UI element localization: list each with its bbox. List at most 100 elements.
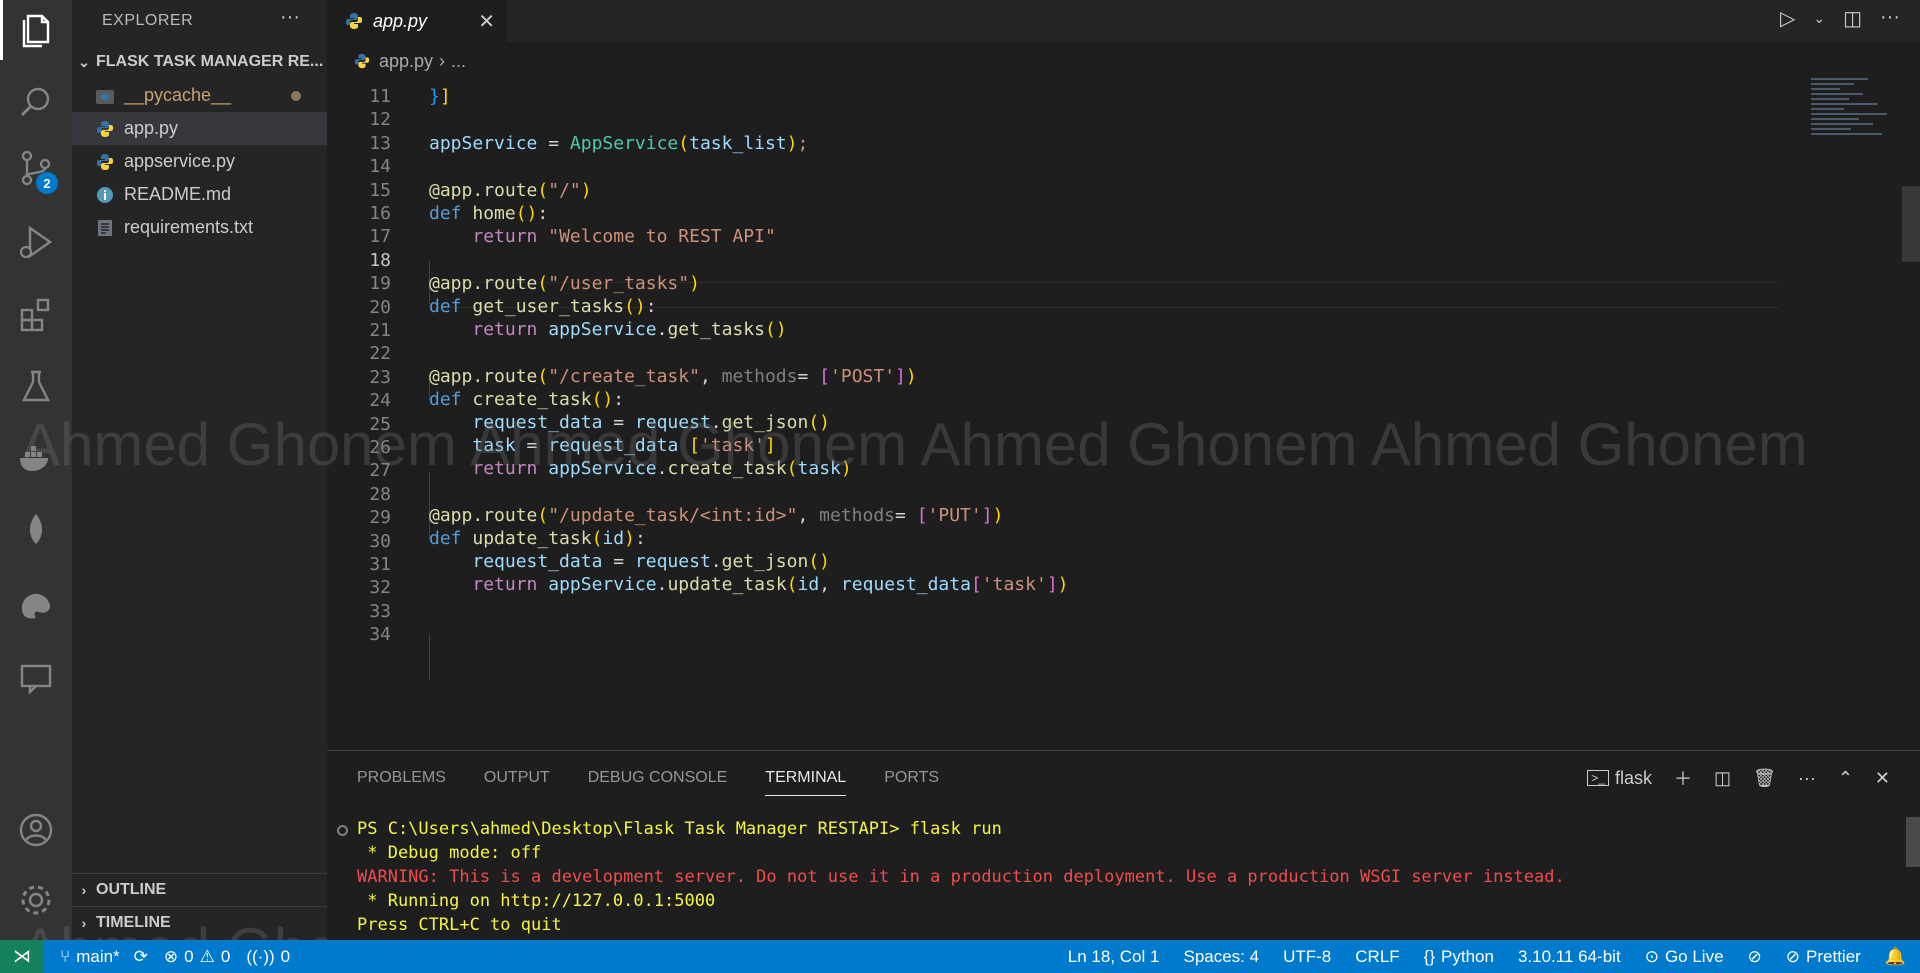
workspace-folder-name: FLASK TASK MANAGER RE...: [96, 53, 324, 70]
python-icon: [351, 50, 373, 72]
code-line: return "Welcome to REST API": [472, 226, 776, 247]
workspace-folder-header[interactable]: ⌄ FLASK TASK MANAGER RE...: [72, 48, 327, 76]
explorer-sidebar: EXPLORER ··· ⌄ FLASK TASK MANAGER RE... …: [72, 0, 327, 940]
search-icon[interactable]: [0, 72, 72, 132]
explorer-more-icon[interactable]: ···: [280, 6, 300, 29]
python-interpreter[interactable]: 3.10.11 64-bit: [1518, 947, 1621, 967]
explorer-title: EXPLORER: [102, 12, 194, 29]
status-right: Ln 18, Col 1 Spaces: 4 UTF-8 CRLF {} Pyt…: [1068, 940, 1906, 973]
line-number: 13: [369, 132, 391, 154]
line-number: 22: [369, 343, 391, 365]
run-play-icon[interactable]: ▷: [1780, 6, 1795, 31]
sync-icon: ⟳: [133, 946, 148, 966]
close-panel-icon[interactable]: ✕: [1875, 768, 1890, 789]
error-count: 0: [184, 946, 194, 966]
extensions-icon[interactable]: [0, 284, 72, 344]
code-line: def create_task():: [429, 389, 625, 410]
edge-browser-icon[interactable]: [0, 578, 72, 638]
line-number: 15: [369, 179, 391, 201]
terminal-line: * Debug mode: off: [357, 843, 542, 863]
file-item-app-py[interactable]: app.py: [72, 112, 327, 145]
terminal-output[interactable]: PS C:\Users\ahmed\Desktop\Flask Task Man…: [357, 817, 1565, 937]
line-number: 18: [369, 249, 391, 271]
terminal-icon: >_: [1587, 770, 1609, 786]
tab-app-py[interactable]: app.py ✕: [327, 0, 507, 42]
source-control-icon[interactable]: 2: [0, 138, 72, 198]
code-line: @app.route("/user_tasks"): [429, 273, 700, 294]
account-icon[interactable]: [0, 800, 72, 860]
terminal-line: Press CTRL+C to quit: [357, 915, 562, 935]
tab-label: app.py: [373, 10, 428, 31]
terminal-warning: WARNING: This is a development server. D…: [357, 867, 1565, 887]
docker-icon[interactable]: [0, 428, 72, 488]
cursor-position[interactable]: Ln 18, Col 1: [1068, 947, 1160, 967]
git-branch-icon: ⑂: [60, 946, 71, 966]
file-item-readme[interactable]: README.md: [72, 178, 327, 211]
breadcrumb-file[interactable]: app.py: [379, 51, 433, 72]
code-line: @app.route("/create_task", methods= ['PO…: [429, 366, 917, 387]
tab-terminal[interactable]: TERMINAL: [765, 769, 847, 796]
editor-area: app.py ✕ ▷ ⌄ ◫ ··· app.py › ... 11 12 13 14…: [327, 0, 1920, 750]
more-actions-icon[interactable]: ···: [1880, 6, 1900, 31]
info-icon: [94, 184, 116, 206]
broadcast-icon: ((·)): [246, 946, 275, 966]
settings-gear-icon[interactable]: [0, 870, 72, 930]
trash-icon[interactable]: 🗑: [1753, 768, 1776, 789]
copilot-disabled-icon[interactable]: ⊘: [1748, 947, 1762, 967]
split-terminal-icon[interactable]: ◫: [1714, 768, 1731, 789]
prettier-button[interactable]: ⊘ Prettier: [1786, 947, 1861, 967]
tab-output[interactable]: OUTPUT: [484, 769, 550, 796]
line-number: 14: [369, 156, 391, 178]
indent-guide: [429, 634, 430, 680]
terminal-scrollbar[interactable]: [1906, 817, 1920, 867]
ports-indicator[interactable]: ((·)) 0: [246, 947, 290, 967]
breadcrumb-symbol[interactable]: ...: [451, 51, 466, 72]
close-icon[interactable]: ✕: [478, 9, 495, 34]
notifications-bell-icon[interactable]: 🔔: [1885, 947, 1906, 967]
code-editor[interactable]: 11 12 13 14 15 16 17 18 19 20 21 22 23 24 25 26 27 28 29 30…: [327, 82, 1779, 750]
file-item-requirements[interactable]: requirements.txt: [72, 211, 327, 244]
file-item-appservice-py[interactable]: appservice.py: [72, 145, 327, 178]
chevron-right-icon: ›: [81, 881, 87, 898]
tab-ports[interactable]: PORTS: [884, 769, 939, 796]
testing-icon[interactable]: [0, 356, 72, 416]
explorer-icon[interactable]: [0, 0, 72, 60]
end-of-line[interactable]: CRLF: [1355, 947, 1399, 967]
outline-section[interactable]: › OUTLINE: [72, 873, 327, 905]
remote-explorer-icon[interactable]: [0, 648, 72, 708]
more-actions-icon[interactable]: ···: [1798, 768, 1816, 789]
run-debug-icon[interactable]: [0, 212, 72, 272]
minimap[interactable]: [1811, 78, 1906, 168]
problems-indicator[interactable]: ⊗ 0 ⚠ 0: [164, 947, 230, 967]
line-number: 26: [369, 437, 391, 458]
python-icon: [343, 10, 365, 32]
chevron-down-icon: ⌄: [78, 53, 90, 70]
editor-scrollbar[interactable]: [1902, 186, 1920, 262]
code-line: task = request_data ['task']: [472, 435, 776, 456]
tab-debug-console[interactable]: DEBUG CONSOLE: [588, 769, 728, 796]
remote-indicator-icon[interactable]: ⋊: [0, 940, 44, 973]
split-editor-icon[interactable]: ◫: [1843, 6, 1862, 31]
chevron-down-icon[interactable]: ⌄: [1813, 10, 1825, 31]
terminal-selector[interactable]: >_ flask: [1587, 768, 1652, 789]
maximize-panel-icon[interactable]: ⌃: [1838, 768, 1853, 789]
encoding[interactable]: UTF-8: [1283, 947, 1331, 967]
file-name: app.py: [124, 118, 179, 138]
line-number: 11: [369, 86, 391, 107]
language-mode[interactable]: {} Python: [1424, 947, 1494, 967]
line-number: 23: [369, 366, 391, 388]
language-label: Python: [1441, 946, 1494, 966]
new-terminal-plus-icon[interactable]: ＋: [1674, 765, 1692, 791]
mongodb-leaf-icon[interactable]: [0, 500, 72, 560]
code-line: def get_user_tasks():: [429, 296, 657, 317]
timeline-label: TIMELINE: [96, 913, 171, 931]
go-live-button[interactable]: ⊙ Go Live: [1645, 947, 1724, 967]
tab-problems[interactable]: PROBLEMS: [357, 769, 446, 796]
indentation[interactable]: Spaces: 4: [1183, 947, 1259, 967]
line-number: 12: [369, 109, 391, 131]
line-number: 30: [369, 530, 391, 552]
file-item-pycache[interactable]: __pycache__: [72, 79, 327, 112]
code-line: return appService.update_task(id, reques…: [472, 574, 1069, 595]
timeline-section[interactable]: › TIMELINE: [72, 906, 327, 938]
branch-indicator[interactable]: ⑂ main* ⟳: [60, 947, 148, 967]
